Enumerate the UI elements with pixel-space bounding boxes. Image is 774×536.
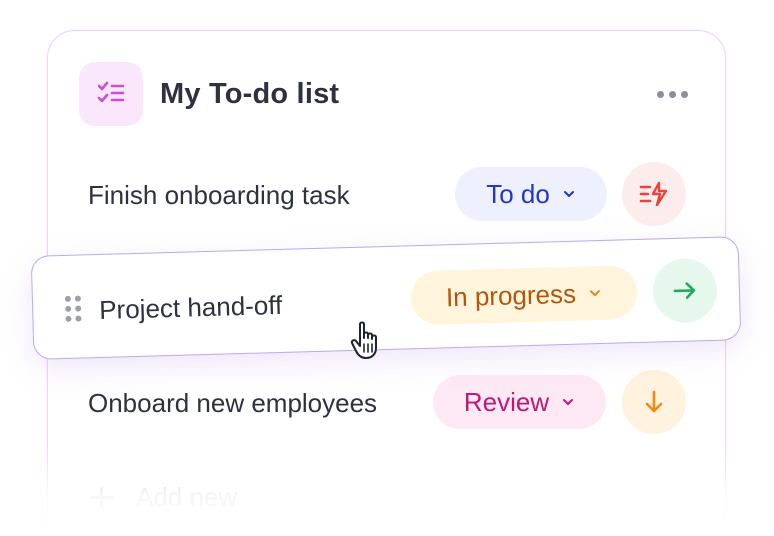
checklist-icon [79, 62, 143, 126]
arrow-down-icon[interactable] [622, 370, 686, 434]
hand-cursor-icon [350, 321, 377, 359]
task-row-dragging[interactable]: Project hand-off In progress [30, 236, 742, 360]
chevron-down-icon [563, 399, 574, 405]
task-text: Onboard new employees [88, 388, 378, 418]
list-title: My To-do list [160, 78, 340, 110]
plus-icon [88, 484, 116, 512]
add-new-button[interactable]: Add new [88, 482, 237, 513]
add-new-label: Add new [136, 482, 238, 512]
priority-urgent-icon[interactable] [622, 162, 686, 226]
status-label: In progress [445, 278, 577, 312]
task-text: Project hand-off [98, 289, 283, 326]
status-dropdown-todo[interactable]: To do [455, 167, 607, 221]
more-options-icon[interactable] [650, 82, 694, 106]
arrow-right-icon[interactable] [652, 257, 718, 324]
task-text: Finish onboarding task [88, 180, 350, 210]
status-dropdown-in-progress[interactable]: In progress [410, 265, 638, 326]
chevron-down-icon [589, 290, 600, 297]
chevron-down-icon [563, 191, 574, 197]
status-label: Review [463, 386, 550, 417]
todo-widget: My To-do list Finish onboarding task To … [0, 0, 774, 536]
status-dropdown-review[interactable]: Review [433, 375, 606, 429]
drag-handle-icon[interactable] [64, 295, 82, 322]
status-label: To do [486, 178, 550, 209]
